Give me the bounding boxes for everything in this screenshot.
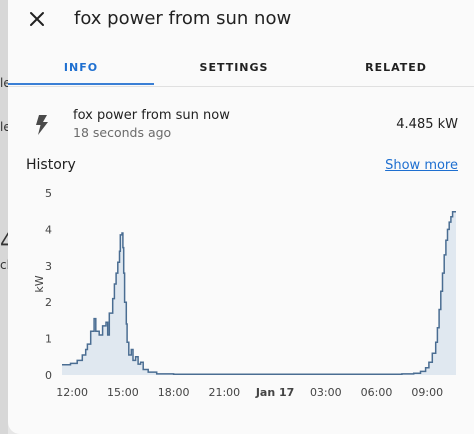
lightning-bolt-icon [36, 115, 48, 135]
active-tab-indicator [8, 83, 154, 85]
history-chart: 0 1 2 3 4 5 12:00 15:00 18:00 21:00 Jan 17 03:00 06… [33, 187, 456, 399]
chart-x-tick-label: 21:00 [208, 386, 240, 399]
show-more-link[interactable]: Show more [385, 158, 458, 173]
entity-state-row: fox power from sun now 18 seconds ago 4.… [8, 100, 474, 148]
history-heading: History [26, 157, 76, 173]
close-button[interactable] [24, 6, 50, 32]
entity-state-value: 4.485 kW [396, 117, 458, 132]
chart-x-tick-label: 12:00 [56, 386, 88, 399]
dialog-header: fox power from sun now [8, 0, 474, 40]
chart-x-tick-label: 09:00 [411, 386, 443, 399]
chart-y-tick-label: 0 [45, 369, 52, 382]
tab-bar: INFO SETTINGS RELATED [8, 48, 474, 86]
more-info-dialog: fox power from sun now INFO SETTINGS REL… [8, 0, 474, 434]
tabs-divider [8, 86, 474, 87]
dialog-title: fox power from sun now [74, 8, 292, 29]
chart-x-tick-label: 18:00 [158, 386, 190, 399]
chart-x-tick-label: 06:00 [361, 386, 393, 399]
chart-x-tick-label: 03:00 [310, 386, 342, 399]
background-panel [0, 0, 8, 434]
chart-y-tick-label: 1 [45, 333, 52, 346]
chart-y-axis-label: kW [33, 275, 46, 292]
tab-related[interactable]: RELATED [326, 48, 466, 86]
entity-name: fox power from sun now [73, 108, 230, 123]
tab-info[interactable]: INFO [8, 48, 154, 86]
chart-x-tick-label: 15:00 [107, 386, 139, 399]
close-icon [30, 12, 44, 26]
entity-last-changed: 18 seconds ago [73, 125, 172, 140]
chart-x-tick-label: Jan 17 [255, 386, 294, 399]
chart-y-tick-label: 4 [45, 223, 52, 236]
chart-y-tick-label: 5 [45, 187, 52, 200]
chart-y-tick-label: 3 [45, 260, 52, 273]
chart-y-tick-label: 2 [45, 296, 52, 309]
tab-settings[interactable]: SETTINGS [164, 48, 304, 86]
chart-area-fill [62, 211, 456, 375]
